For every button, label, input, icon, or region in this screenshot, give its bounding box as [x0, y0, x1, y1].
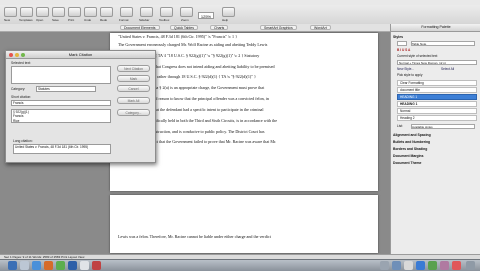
bold-italic-underline-icons[interactable]: B I U S A	[397, 48, 477, 53]
close-icon[interactable]	[9, 52, 13, 57]
toolbar-label-zoom: Zoom	[181, 18, 189, 22]
document-line: The Government erroneously charged Mr. W…	[118, 42, 268, 47]
app-icon[interactable]	[428, 261, 437, 270]
dock	[0, 259, 480, 271]
selected-text-field[interactable]	[11, 66, 111, 84]
zoom-window-icon[interactable]	[21, 52, 25, 57]
section-document-margins[interactable]: Document Margins	[393, 154, 479, 158]
tab-charts[interactable]: Charts	[210, 25, 229, 30]
mark-citation-dialog: Mark Citation Selected text: Category: S…	[5, 50, 156, 163]
cancel-button[interactable]: Cancel	[117, 85, 150, 92]
document-line: Lewis was a felon. Therefore, Mr. Racine…	[118, 234, 271, 239]
style-item-heading-1[interactable]: HEADING 1	[397, 101, 477, 107]
list-item[interactable]: Rice	[13, 119, 110, 122]
toolbar-label-redo: Redo	[100, 18, 108, 22]
pick-style-label: Pick style to apply	[397, 73, 423, 77]
finder-icon[interactable]	[8, 261, 17, 270]
toolbar-label-help: Help	[222, 18, 229, 22]
category-label: Category:	[11, 87, 26, 91]
toolbar-label-new: New	[4, 18, 11, 22]
templates-icon[interactable]	[20, 7, 33, 17]
list-label: List:	[397, 124, 403, 128]
open-folder-icon[interactable]	[36, 7, 49, 17]
toolbar-label-print: Print	[68, 18, 75, 22]
toolbar-label-undo: Undo	[84, 18, 92, 22]
mark-all-button[interactable]: Mark All	[117, 97, 150, 104]
minimize-icon[interactable]	[15, 52, 19, 57]
section-borders-shading[interactable]: Borders and Shading	[393, 147, 479, 151]
short-citation-list[interactable]: § 922(g)(1) Francis Rice	[11, 109, 111, 123]
toolbar-label-format: Format	[119, 18, 129, 22]
save-icon[interactable]	[52, 7, 65, 17]
category-button[interactable]: Category...	[117, 109, 150, 116]
app-icon[interactable]	[32, 261, 41, 270]
app-icon[interactable]	[392, 261, 401, 270]
app-icon[interactable]	[44, 261, 53, 270]
style-item-normal[interactable]: Normal	[397, 108, 477, 114]
palette-title: Formatting Palette	[391, 24, 480, 32]
tab-quick-tables[interactable]: Quick Tables	[170, 25, 198, 30]
section-bullets-numbering[interactable]: Bullets and Numbering	[393, 140, 479, 144]
selected-text-label: Selected text:	[11, 61, 31, 65]
redo-icon[interactable]	[100, 7, 113, 17]
toolbar-label-templates: Templates	[19, 18, 33, 22]
tab-document-elements[interactable]: Document Elements	[120, 25, 160, 30]
document-line: "United States v. Francis, 48 F.3d 181 (…	[118, 34, 238, 39]
app-icon[interactable]	[380, 261, 389, 270]
toolbar-label-open: Open	[36, 18, 44, 22]
style-item-heading-2[interactable]: Heading 2	[397, 115, 477, 121]
zoom-field[interactable]: 125%	[198, 12, 214, 19]
trash-icon[interactable]	[466, 261, 475, 270]
word-icon[interactable]	[68, 261, 77, 270]
format-icon[interactable]	[120, 7, 133, 17]
app-icon[interactable]	[56, 261, 65, 270]
mark-button[interactable]: Mark	[117, 75, 150, 82]
style-name-field[interactable]: Table Note	[411, 41, 475, 46]
dialog-title: Mark Citation	[6, 51, 155, 59]
tab-smartart[interactable]: SmartArt Graphics	[260, 25, 297, 30]
font-color-swatch[interactable]	[397, 41, 407, 46]
sidebar-icon[interactable]	[140, 7, 153, 17]
styles-section-header[interactable]: Styles	[393, 35, 479, 39]
tab-wordart[interactable]: WordArt	[310, 25, 331, 30]
document-page-next[interactable]: Lewis was a felon. Therefore, Mr. Racine…	[110, 195, 378, 253]
undo-icon[interactable]	[84, 7, 97, 17]
new-document-icon[interactable]	[4, 7, 17, 17]
toolbar-label-save: Save	[52, 18, 59, 22]
standard-toolbar: New Templates Open Save Print Undo Redo …	[0, 5, 480, 25]
section-alignment-spacing[interactable]: Alignment and Spacing	[393, 133, 479, 137]
toolbar-label-sidebar: Sidebar	[139, 18, 150, 22]
app-icon[interactable]	[20, 261, 29, 270]
print-icon[interactable]	[68, 7, 81, 17]
style-item-document-title[interactable]: document title	[397, 87, 477, 93]
app-icon[interactable]	[452, 261, 461, 270]
app-icon[interactable]	[80, 261, 89, 270]
app-icon[interactable]	[404, 261, 413, 270]
help-icon[interactable]	[222, 7, 235, 17]
style-item-clear-formatting[interactable]: Clear Formatting	[397, 80, 477, 86]
long-citation-field[interactable]: United States v. Francis, 48 F.3d 181 (6…	[13, 144, 111, 154]
next-citation-button[interactable]: Next Citation	[117, 65, 150, 72]
toolbar-label-toolbox: Toolbox	[159, 18, 170, 22]
new-style-button[interactable]: New Style...	[397, 67, 433, 72]
toolbox-icon[interactable]	[160, 7, 173, 17]
long-citation-label: Long citation:	[13, 139, 33, 143]
app-icon[interactable]	[416, 261, 425, 270]
style-item-heading-1-selected[interactable]: HEADING 1	[397, 94, 477, 100]
current-style-label: Current style of selected text	[397, 54, 438, 58]
zoom-icon[interactable]	[180, 7, 193, 17]
short-citation-label: Short citation:	[11, 95, 32, 99]
app-icon[interactable]	[92, 261, 101, 270]
formatting-palette: Formatting Palette Styles Table Note B I…	[390, 24, 480, 254]
current-style-field: Normal + Times New Roman, 12 pt	[397, 60, 477, 65]
app-icon[interactable]	[440, 261, 449, 270]
select-all-button[interactable]: Select All	[441, 67, 475, 72]
list-select[interactable]: Available styles	[411, 124, 475, 129]
short-citation-field[interactable]: Francis	[11, 100, 111, 106]
category-select[interactable]: Statutes	[36, 86, 96, 92]
section-document-theme[interactable]: Document Theme	[393, 161, 479, 165]
